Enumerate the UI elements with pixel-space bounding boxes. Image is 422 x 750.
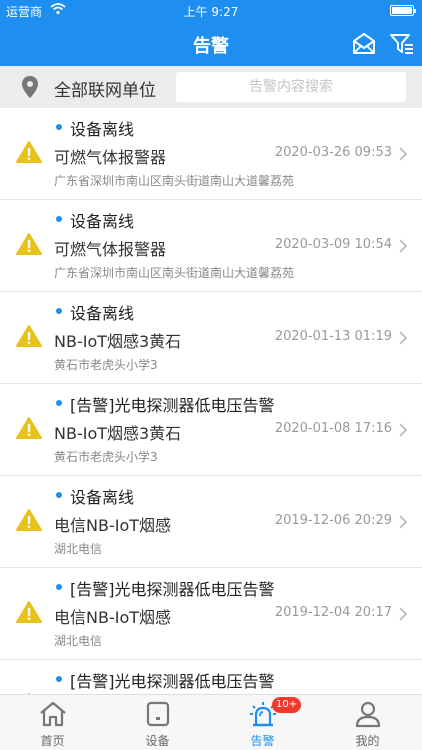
alarm-item[interactable]: 设备离线 可燃气体报警器 2020-03-09 10:54 广东省深圳市南山区南… (0, 200, 422, 292)
chevron-right-icon (398, 330, 408, 345)
battery-icon (390, 5, 416, 16)
clock: 上午 9:27 (183, 5, 239, 19)
alarm-search-input[interactable] (176, 72, 406, 102)
warning-icon (16, 324, 42, 348)
alarm-type: 设备离线 (70, 488, 135, 507)
tab-bar: 首页 设备 10+ 告警 我的 (0, 694, 422, 750)
alarm-time: 2019-12-04 20:17 (274, 605, 392, 620)
warning-icon (16, 600, 42, 624)
alarm-type: 设备离线 (70, 120, 135, 139)
alarm-address: 湖北电信 (54, 634, 103, 648)
chevron-right-icon (398, 238, 408, 253)
alarm-type: [告警]光电探测器低电压告警 (70, 396, 275, 415)
tab-device[interactable]: 设备 (105, 695, 210, 750)
alarm-address: 湖北电信 (54, 542, 103, 556)
alarm-address: 黄石市老虎头小学3 (54, 358, 158, 372)
device-name: NB-IoT烟感3黄石 (54, 424, 182, 443)
chevron-right-icon (398, 514, 408, 529)
tab-profile[interactable]: 我的 (315, 695, 420, 750)
warning-icon (16, 232, 42, 256)
filter-icon[interactable] (388, 30, 416, 58)
alarm-item[interactable]: 设备离线 NB-IoT烟感3黄石 2020-01-13 01:19 黄石市老虎头… (0, 292, 422, 384)
alarm-type: [告警]光电探测器低电压告警 (70, 672, 275, 691)
alarm-type: [告警]光电探测器低电压告警 (70, 580, 275, 599)
home-icon (38, 699, 68, 729)
chevron-right-icon (398, 422, 408, 437)
navigation-bar: 告警 (0, 22, 422, 66)
unit-selector[interactable]: 全部联网单位 (54, 76, 156, 101)
bullet-dot (56, 400, 62, 406)
alarm-time: 2019-12-06 20:29 (274, 513, 392, 528)
alarm-item[interactable]: 设备离线 电信NB-IoT烟感 2019-12-06 20:29 湖北电信 (0, 476, 422, 568)
status-bar: 运营商 上午 9:27 (0, 0, 422, 22)
device-name: 可燃气体报警器 (54, 240, 167, 259)
alarm-time: 2020-01-08 17:16 (274, 421, 392, 436)
tab-label: 我的 (355, 734, 380, 748)
device-name: 电信NB-IoT烟感 (54, 516, 172, 535)
alarm-type: 设备离线 (70, 212, 135, 231)
tab-label: 告警 (250, 734, 275, 748)
alarm-item[interactable]: [告警]光电探测器低电压告警 NB-IoT烟感3黄石 2020-01-08 17… (0, 384, 422, 476)
warning-icon (16, 508, 42, 532)
mail-open-icon[interactable] (350, 30, 378, 58)
bullet-dot (56, 492, 62, 498)
tab-label: 首页 (40, 734, 65, 748)
bullet-dot (56, 124, 62, 130)
tab-label: 设备 (145, 734, 170, 748)
bullet-dot (56, 584, 62, 590)
device-icon (143, 699, 173, 729)
warning-icon (16, 140, 42, 164)
alarm-time: 2020-03-26 09:53 (274, 145, 392, 160)
alarm-address: 广东省深圳市南山区南头街道南山大道馨荔苑 (54, 174, 295, 188)
tab-alarm[interactable]: 10+ 告警 (210, 695, 315, 750)
alarm-item[interactable]: [告警]光电探测器低电压告警 (0, 660, 422, 694)
alarm-list: 设备离线 可燃气体报警器 2020-03-26 09:53 广东省深圳市南山区南… (0, 108, 422, 694)
chevron-right-icon (398, 146, 408, 161)
warning-icon (16, 416, 42, 440)
chevron-right-icon (398, 606, 408, 621)
alarm-item[interactable]: 设备离线 可燃气体报警器 2020-03-26 09:53 广东省深圳市南山区南… (0, 108, 422, 200)
search-row: 全部联网单位 (0, 66, 422, 108)
device-name: 电信NB-IoT烟感 (54, 608, 172, 627)
device-name: NB-IoT烟感3黄石 (54, 332, 182, 351)
device-name: 可燃气体报警器 (54, 148, 167, 167)
bullet-dot (56, 216, 62, 222)
alarm-address: 黄石市老虎头小学3 (54, 450, 158, 464)
alarm-item[interactable]: [告警]光电探测器低电压告警 电信NB-IoT烟感 2019-12-04 20:… (0, 568, 422, 660)
location-pin-icon[interactable] (20, 75, 40, 99)
alarm-time: 2020-03-09 10:54 (274, 237, 392, 252)
alarm-count-badge: 10+ (272, 697, 302, 713)
alarm-time: 2020-01-13 01:19 (274, 329, 392, 344)
bullet-dot (56, 308, 62, 314)
profile-icon (353, 699, 383, 729)
alarm-type: 设备离线 (70, 304, 135, 323)
bullet-dot (56, 676, 62, 682)
alarm-address: 广东省深圳市南山区南头街道南山大道馨荔苑 (54, 266, 295, 280)
tab-home[interactable]: 首页 (0, 695, 105, 750)
